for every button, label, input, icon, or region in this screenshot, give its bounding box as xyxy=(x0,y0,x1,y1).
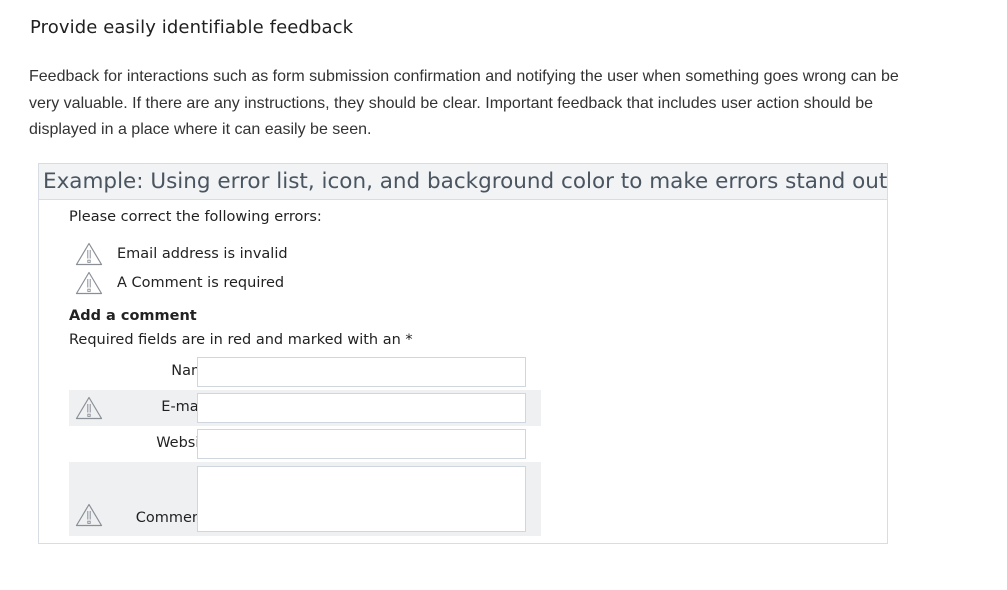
warning-icon xyxy=(75,242,103,266)
form-row-name: Name xyxy=(69,356,541,388)
warning-icon xyxy=(75,396,103,420)
warning-icon xyxy=(75,503,103,527)
form-row-email: E-mail* xyxy=(69,390,541,426)
form-title: Add a comment xyxy=(69,308,197,324)
form-row-website: Website xyxy=(69,428,541,460)
example-box: Example: Using error list, icon, and bac… xyxy=(38,163,888,544)
intro-paragraph: Feedback for interactions such as form s… xyxy=(29,68,899,138)
warning-icon xyxy=(75,271,103,295)
comment-textarea[interactable] xyxy=(197,466,526,532)
error-text: Email address is invalid xyxy=(117,245,288,262)
website-input[interactable] xyxy=(197,429,526,459)
form-row-comment: Comment* xyxy=(69,462,541,536)
name-input[interactable] xyxy=(197,357,526,387)
example-content: Please correct the following errors: Ema… xyxy=(39,164,887,543)
error-list: Email address is invalid A Comment is re… xyxy=(75,239,288,297)
error-list-item: Email address is invalid xyxy=(75,239,288,268)
error-text: A Comment is required xyxy=(117,274,285,291)
section-heading: Provide easily identifiable feedback xyxy=(30,17,354,38)
email-input[interactable] xyxy=(197,393,526,423)
page: Provide easily identifiable feedback Fee… xyxy=(0,0,1007,590)
required-note: Required fields are in red and marked wi… xyxy=(69,332,413,348)
error-list-item: A Comment is required xyxy=(75,268,288,297)
errors-intro: Please correct the following errors: xyxy=(69,209,322,225)
